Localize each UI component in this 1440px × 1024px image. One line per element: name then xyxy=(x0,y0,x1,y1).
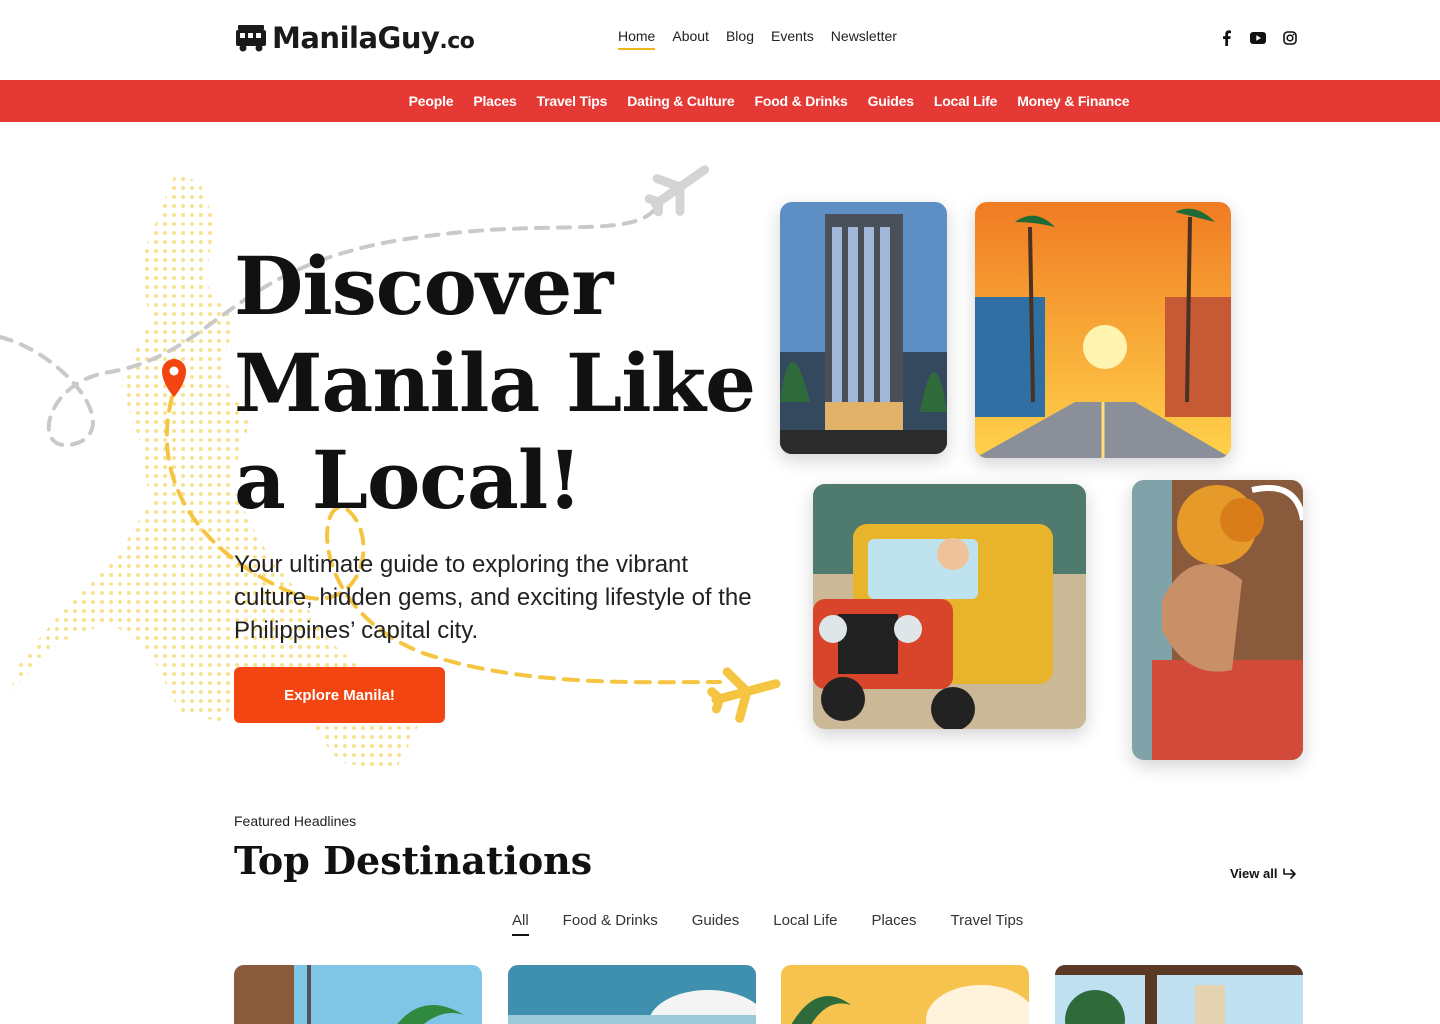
view-all-label: View all xyxy=(1230,866,1278,881)
hero-image-sunset-street xyxy=(975,202,1231,458)
yellow-plane-icon xyxy=(707,667,781,723)
brand-tld: .co xyxy=(439,29,475,54)
nav-events[interactable]: Events xyxy=(771,28,814,50)
nav-newsletter[interactable]: Newsletter xyxy=(831,28,897,50)
category-places[interactable]: Places xyxy=(473,93,516,109)
jeepney-logo-icon xyxy=(236,25,266,52)
category-bar: People Places Travel Tips Dating & Cultu… xyxy=(0,80,1440,122)
filter-local-life[interactable]: Local Life xyxy=(773,912,837,936)
logo-wordmark: ManilaGuy.co xyxy=(272,21,475,55)
explore-manila-button[interactable]: Explore Manila! xyxy=(234,667,445,723)
category-travel-tips[interactable]: Travel Tips xyxy=(537,93,608,109)
filter-travel-tips[interactable]: Travel Tips xyxy=(951,912,1024,936)
social-links xyxy=(1218,28,1298,48)
instagram-icon[interactable] xyxy=(1282,28,1298,48)
hero-image-jeepney xyxy=(813,484,1086,729)
nav-home[interactable]: Home xyxy=(618,28,656,50)
filter-food-drinks[interactable]: Food & Drinks xyxy=(563,912,658,936)
nav-blog[interactable]: Blog xyxy=(726,28,754,50)
section-title: Top Destinations xyxy=(234,838,593,883)
category-money-finance[interactable]: Money & Finance xyxy=(1017,93,1129,109)
category-guides[interactable]: Guides xyxy=(868,93,914,109)
category-people[interactable]: People xyxy=(409,93,454,109)
filter-all[interactable]: All xyxy=(512,912,529,936)
brand-name: ManilaGuy xyxy=(272,21,440,55)
site-header: ManilaGuy.co Home About Blog Events News… xyxy=(0,0,1440,80)
site-logo[interactable]: ManilaGuy.co xyxy=(234,18,475,58)
hero-title: Discover Manila Like a Local! xyxy=(234,239,756,527)
gray-plane-icon xyxy=(644,165,710,217)
view-all-link[interactable]: View all xyxy=(1230,866,1297,881)
filter-guides[interactable]: Guides xyxy=(692,912,740,936)
filter-places[interactable]: Places xyxy=(871,912,916,936)
destination-card-image[interactable] xyxy=(508,965,756,1024)
arrow-return-right-icon xyxy=(1283,867,1297,879)
hero-subtitle: Your ultimate guide to exploring the vib… xyxy=(234,551,752,644)
youtube-icon[interactable] xyxy=(1250,28,1266,48)
category-local-life[interactable]: Local Life xyxy=(934,93,998,109)
category-food-drinks[interactable]: Food & Drinks xyxy=(755,93,848,109)
section-eyebrow: Featured Headlines xyxy=(234,813,357,829)
destination-card-image[interactable] xyxy=(781,965,1029,1024)
category-dating-culture[interactable]: Dating & Culture xyxy=(627,93,734,109)
destination-filter-tabs: All Food & Drinks Guides Local Life Plac… xyxy=(512,912,1023,936)
nav-about[interactable]: About xyxy=(672,28,709,50)
facebook-icon[interactable] xyxy=(1218,28,1234,48)
destination-card-image[interactable] xyxy=(1055,965,1303,1024)
destination-card-image[interactable] xyxy=(234,965,482,1024)
hero-image-street-food xyxy=(1132,480,1303,760)
map-pin-icon xyxy=(162,359,186,397)
main-nav: Home About Blog Events Newsletter xyxy=(618,28,897,50)
hero-image-condo-tower xyxy=(780,202,947,454)
